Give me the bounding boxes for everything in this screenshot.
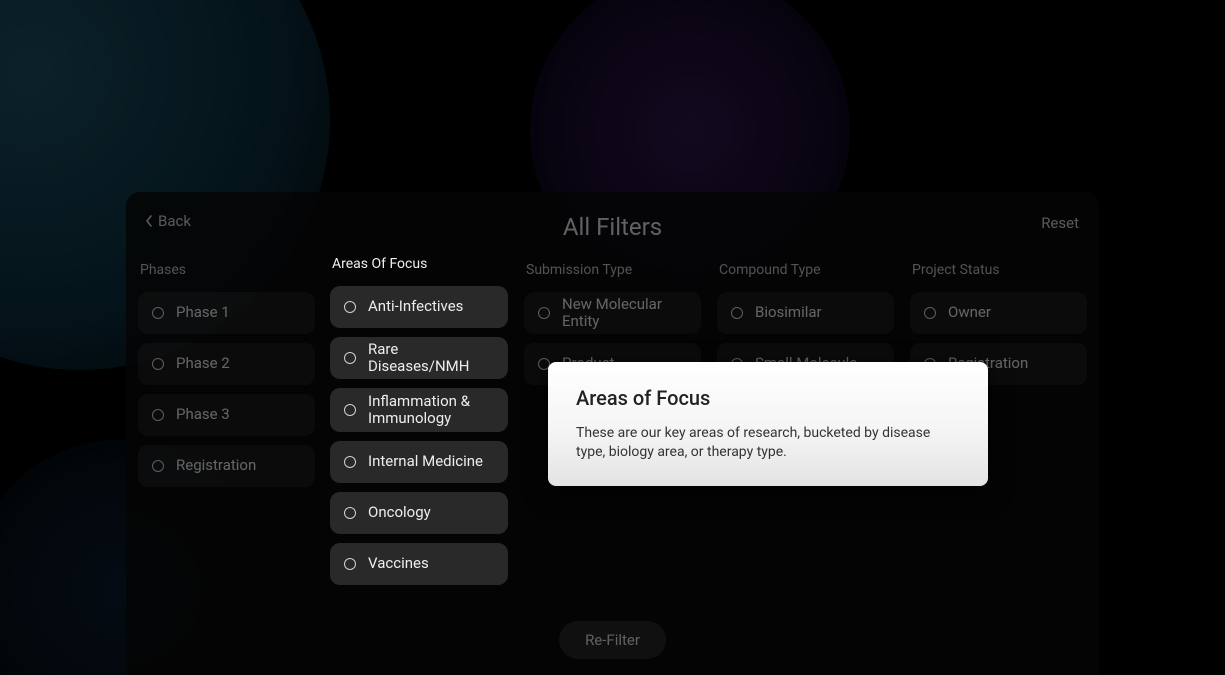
option-label: Owner xyxy=(948,304,991,321)
column-areas: Areas Of Focus Anti-Infectives Rare Dise… xyxy=(330,256,508,585)
radio-icon xyxy=(152,409,164,421)
tooltip-body: These are our key areas of research, buc… xyxy=(576,424,960,462)
radio-icon xyxy=(344,456,356,468)
option-areas-5[interactable]: Vaccines xyxy=(330,543,508,585)
column-phases: Phases Phase 1 Phase 2 Phase 3 Registrat… xyxy=(138,262,315,591)
option-label: Phase 2 xyxy=(176,355,230,372)
radio-icon xyxy=(344,404,356,416)
column-title-status: Project Status xyxy=(910,262,1087,278)
refilter-button[interactable]: Re-Filter xyxy=(559,621,666,659)
reset-button[interactable]: Reset xyxy=(1041,214,1079,232)
tooltip-title: Areas of Focus xyxy=(576,386,960,410)
radio-icon xyxy=(152,307,164,319)
back-button[interactable]: Back xyxy=(144,212,191,230)
option-label: Inflammation & Immunology xyxy=(368,393,494,428)
option-label: Anti-Infectives xyxy=(368,298,463,315)
column-title-compound: Compound Type xyxy=(717,262,894,278)
option-status-0[interactable]: Owner xyxy=(910,292,1087,334)
option-label: Rare Diseases/NMH xyxy=(368,341,494,376)
radio-icon xyxy=(731,307,743,319)
panel-header: Back All Filters Reset xyxy=(136,210,1089,244)
option-areas-1[interactable]: Rare Diseases/NMH xyxy=(330,337,508,379)
options-areas: Anti-Infectives Rare Diseases/NMH Inflam… xyxy=(330,286,508,585)
option-compound-0[interactable]: Biosimilar xyxy=(717,292,894,334)
option-label: Phase 3 xyxy=(176,406,230,423)
radio-icon xyxy=(152,358,164,370)
option-label: Biosimilar xyxy=(755,304,822,321)
option-phases-3[interactable]: Registration xyxy=(138,445,315,487)
panel-title: All Filters xyxy=(563,213,662,241)
chevron-left-icon xyxy=(144,214,154,228)
refilter-row: Re-Filter xyxy=(136,621,1089,659)
column-title-areas: Areas Of Focus xyxy=(330,256,508,272)
option-phases-2[interactable]: Phase 3 xyxy=(138,394,315,436)
option-areas-0[interactable]: Anti-Infectives xyxy=(330,286,508,328)
radio-icon xyxy=(538,307,550,319)
option-submission-0[interactable]: New Molecular Entity xyxy=(524,292,701,334)
radio-icon xyxy=(924,307,936,319)
option-label: New Molecular Entity xyxy=(562,296,687,331)
option-label: Registration xyxy=(176,457,256,474)
column-title-submission: Submission Type xyxy=(524,262,701,278)
option-phases-0[interactable]: Phase 1 xyxy=(138,292,315,334)
radio-icon xyxy=(344,558,356,570)
option-areas-3[interactable]: Internal Medicine xyxy=(330,441,508,483)
option-label: Vaccines xyxy=(368,555,429,572)
options-phases: Phase 1 Phase 2 Phase 3 Registration xyxy=(138,292,315,487)
option-areas-4[interactable]: Oncology xyxy=(330,492,508,534)
areas-tooltip: Areas of Focus These are our key areas o… xyxy=(548,362,988,486)
option-label: Internal Medicine xyxy=(368,453,483,470)
radio-icon xyxy=(152,460,164,472)
back-label: Back xyxy=(158,212,191,230)
option-areas-2[interactable]: Inflammation & Immunology xyxy=(330,388,508,432)
option-label: Phase 1 xyxy=(176,304,230,321)
radio-icon xyxy=(344,301,356,313)
column-title-phases: Phases xyxy=(138,262,315,278)
radio-icon xyxy=(344,352,356,364)
option-phases-1[interactable]: Phase 2 xyxy=(138,343,315,385)
radio-icon xyxy=(344,507,356,519)
option-label: Oncology xyxy=(368,504,431,521)
